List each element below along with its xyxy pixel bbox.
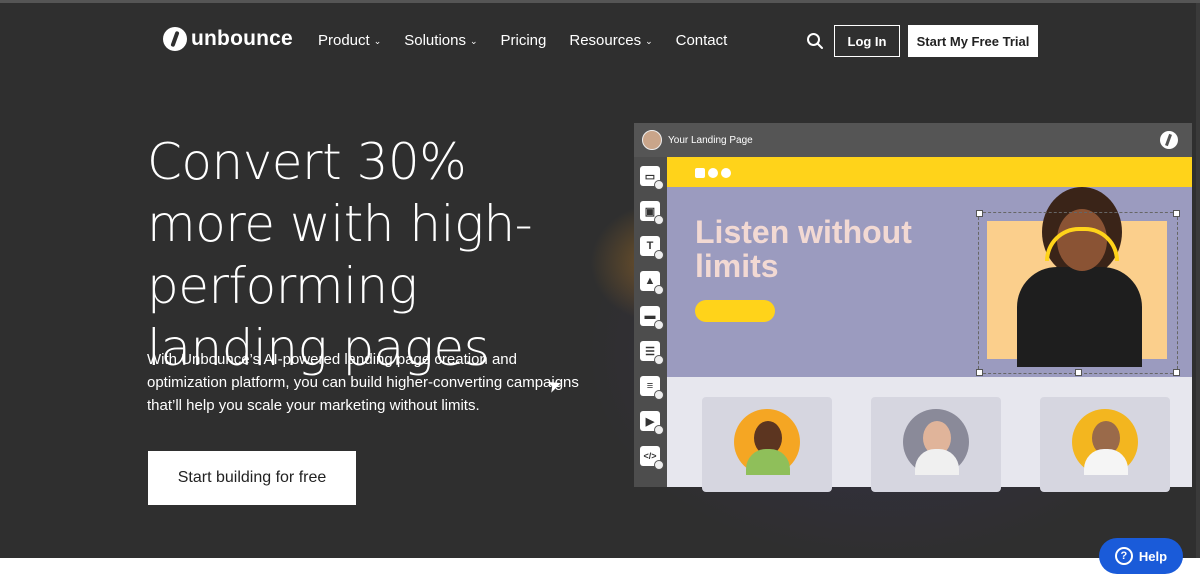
unbounce-logo-icon <box>163 27 187 51</box>
login-button[interactable]: Log In <box>834 25 900 57</box>
form-icon[interactable]: ☰ <box>640 341 664 365</box>
mockup-card <box>871 397 1001 492</box>
help-label: Help <box>1138 548 1168 564</box>
list-icon[interactable]: ≡ <box>640 376 664 400</box>
start-building-button[interactable]: Start building for free <box>148 451 356 505</box>
nav-item-label: Solutions <box>404 32 466 49</box>
nav-item-label: Contact <box>675 32 728 49</box>
chevron-down-icon: ⌄ <box>645 36 653 46</box>
scrollbar[interactable] <box>1196 3 1200 558</box>
mockup-cards-row <box>667 377 1192 492</box>
mockup-canvas: Listen without limits <box>667 157 1192 492</box>
avatar <box>642 130 662 150</box>
mockup-cta-pill <box>695 300 775 322</box>
mockup-logo-icon <box>695 168 731 178</box>
mockup-titlebar: Your Landing Page <box>634 123 1192 157</box>
builder-toolbar: ▭ ▣ T ▲ ▬ ☰ ≡ ▶ </> <box>634 157 667 487</box>
box-icon[interactable]: ▣ <box>640 201 664 225</box>
nav-item-label: Product <box>318 32 370 49</box>
text-icon[interactable]: T <box>640 236 664 260</box>
nav-item-pricing[interactable]: Pricing <box>501 32 547 49</box>
mockup-person-avatar <box>734 409 800 475</box>
section-icon[interactable]: ▭ <box>640 166 664 190</box>
nav-item-solutions[interactable]: Solutions ⌄ <box>404 32 477 49</box>
main-nav: Product ⌄ Solutions ⌄ Pricing Resources … <box>318 32 750 49</box>
search-icon[interactable] <box>806 32 824 50</box>
nav-item-label: Pricing <box>500 32 547 49</box>
hero-subtext: With Unbounce’s AI-powered landing page … <box>147 351 579 414</box>
hero-headline: Convert 30% more with high-performing la… <box>147 133 533 377</box>
video-icon[interactable]: ▶ <box>640 411 664 435</box>
unbounce-logo-icon <box>1160 131 1178 149</box>
builder-mockup: Your Landing Page ▭ ▣ T ▲ ▬ ☰ ≡ ▶ </> Li… <box>634 123 1192 492</box>
mockup-header-bar <box>667 157 1192 187</box>
image-icon[interactable]: ▲ <box>640 271 664 295</box>
hero-section: unbounce Product ⌄ Solutions ⌄ Pricing R… <box>0 0 1200 558</box>
question-icon: ? <box>1114 547 1133 565</box>
code-icon[interactable]: </> <box>640 446 664 470</box>
nav-item-resources[interactable]: Resources ⌄ <box>569 32 652 49</box>
unbounce-logo[interactable]: unbounce <box>163 27 293 51</box>
chevron-down-icon: ⌄ <box>373 36 382 46</box>
brand-name: unbounce <box>191 27 293 50</box>
mockup-person-avatar <box>1072 409 1138 475</box>
button-icon[interactable]: ▬ <box>640 306 664 330</box>
help-button[interactable]: ? Help <box>1099 538 1183 574</box>
selection-box[interactable] <box>976 210 1180 376</box>
mockup-person-avatar <box>903 409 969 475</box>
nav-item-contact[interactable]: Contact <box>676 32 728 49</box>
nav-item-product[interactable]: Product ⌄ <box>318 32 381 49</box>
start-free-trial-button[interactable]: Start My Free Trial <box>908 25 1038 57</box>
mockup-card <box>1040 397 1170 492</box>
mockup-card <box>702 397 832 492</box>
nav-item-label: Resources <box>569 32 642 49</box>
mockup-headline: Listen without limits <box>695 214 912 284</box>
chevron-down-icon: ⌄ <box>469 36 478 46</box>
mockup-title: Your Landing Page <box>668 134 753 146</box>
